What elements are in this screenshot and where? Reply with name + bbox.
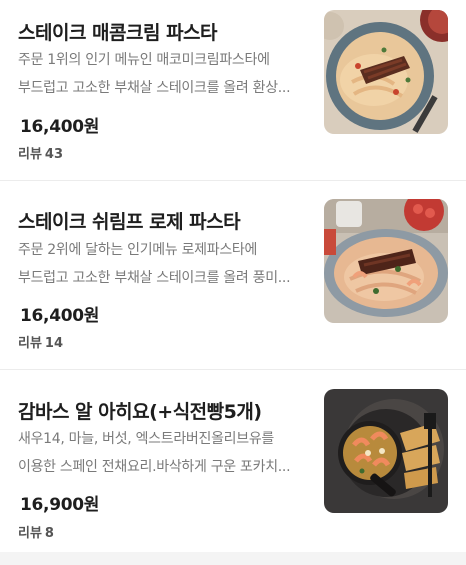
description-line: 이용한 스페인 전채요리.바삭하게 구운 포카치... [18, 459, 291, 475]
menu-item-steak-cream-pasta[interactable]: 스테이크 매콤크림 파스타 주문 1위의 인기 메뉴인 매코미크림파스타에 부드… [0, 0, 466, 181]
description-line: 주문 1위의 인기 메뉴인 매코미크림파스타에 [18, 52, 270, 68]
review-number: 43 [44, 147, 64, 162]
review-number: 8 [44, 526, 54, 541]
review-number: 14 [44, 336, 64, 351]
review-label: 리뷰 [18, 526, 42, 541]
menu-item-description: 주문 1위의 인기 메뉴인 매코미크림파스타에 부드럽고 고소한 부채살 스테이… [18, 46, 308, 102]
menu-item-steak-shrimp-rose-pasta[interactable]: 스테이크 쉬림프 로제 파스타 주문 2위에 달하는 인기메뉴 로제파스타에 부… [0, 181, 466, 370]
menu-item-name: 스테이크 매콤크림 파스타 [18, 22, 218, 44]
review-count: 리뷰 8 [18, 522, 54, 541]
description-line: 부드럽고 고소한 부채살 스테이크를 올려 풍미... [18, 270, 291, 286]
menu-item-price: 16,400원 [20, 306, 100, 326]
menu-item-gambas-al-ajillo[interactable]: 감바스 알 아히요(+식전빵5개) 새우14, 마늘, 버섯, 엑스트라버진올리… [0, 370, 466, 552]
menu-item-photo[interactable] [324, 389, 448, 513]
menu-item-name: 스테이크 쉬림프 로제 파스타 [18, 211, 241, 233]
description-line: 새우14, 마늘, 버섯, 엑스트라버진올리브유를 [18, 431, 274, 447]
review-label: 리뷰 [18, 147, 42, 162]
description-line: 부드럽고 고소한 부채살 스테이크를 올려 환상... [18, 80, 291, 96]
section-divider [0, 552, 466, 565]
menu-item-name: 감바스 알 아히요(+식전빵5개) [18, 401, 262, 423]
menu-item-description: 새우14, 마늘, 버섯, 엑스트라버진올리브유를 이용한 스페인 전채요리.바… [18, 425, 308, 481]
review-label: 리뷰 [18, 336, 42, 351]
review-count: 리뷰 43 [18, 143, 63, 162]
menu-list: 스테이크 매콤크림 파스타 주문 1위의 인기 메뉴인 매코미크림파스타에 부드… [0, 0, 466, 565]
menu-item-photo[interactable] [324, 10, 448, 134]
menu-item-description: 주문 2위에 달하는 인기메뉴 로제파스타에 부드럽고 고소한 부채살 스테이크… [18, 236, 308, 292]
review-count: 리뷰 14 [18, 332, 63, 351]
menu-item-price: 16,400원 [20, 117, 100, 137]
menu-item-price: 16,900원 [20, 495, 100, 515]
menu-item-photo[interactable] [324, 199, 448, 323]
description-line: 주문 2위에 달하는 인기메뉴 로제파스타에 [18, 242, 258, 258]
